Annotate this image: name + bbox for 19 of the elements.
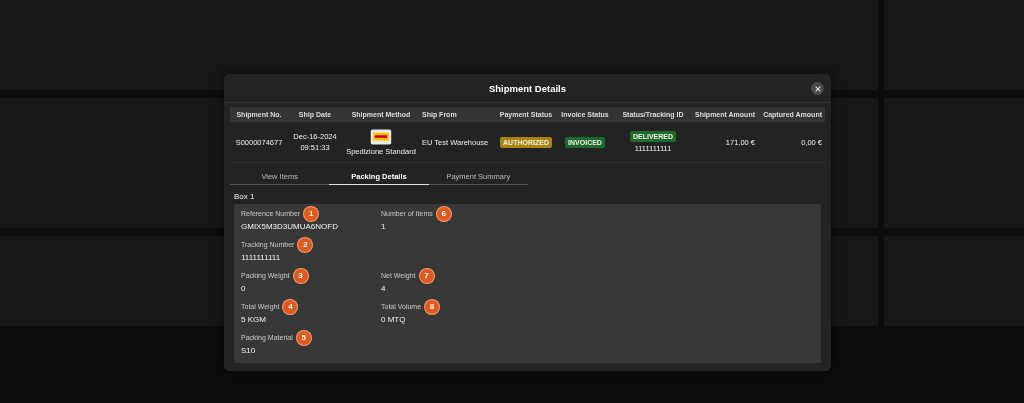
field-value: GMIX5M3D3UMUA6NOFD [241,221,339,232]
number-marker: 4 [283,299,298,314]
field-value: 0 [241,283,247,294]
shipping-logo-icon [370,128,392,145]
field-value: 0 MTQ [381,314,407,325]
number-marker: 2 [298,237,313,252]
number-marker: 5 [296,330,311,345]
number-marker: 6 [436,206,451,221]
field-value: 4 [381,283,387,294]
number-marker: 8 [425,299,440,314]
field-value: 1111111111 [241,252,282,263]
field-value: S10 [241,345,257,356]
number-marker: 3 [293,268,308,283]
dialog-title: Shipment Details [488,82,567,94]
field-value: 1 [381,221,387,232]
section-title: Box 1 [234,192,256,201]
field-value: 5 KGM [241,314,267,325]
number-marker: 7 [419,268,434,283]
number-marker: 1 [304,206,319,221]
